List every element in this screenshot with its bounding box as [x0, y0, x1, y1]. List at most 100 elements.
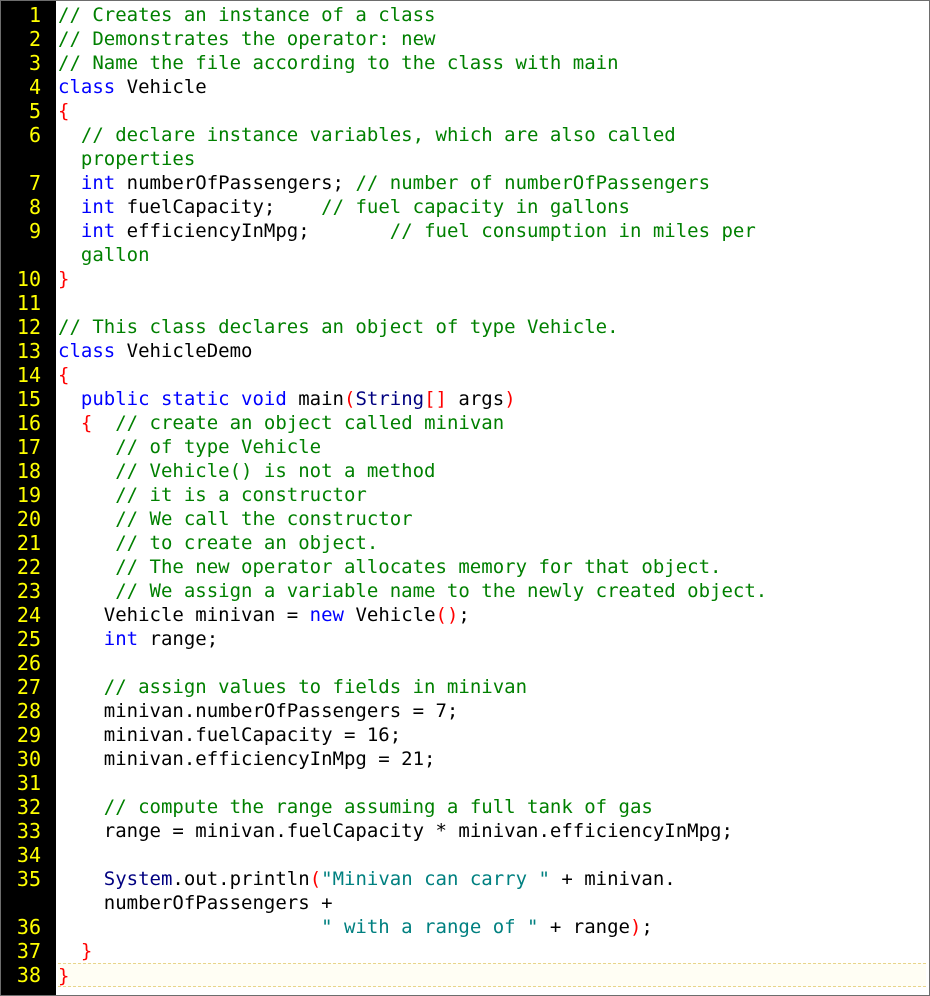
line-number: 4	[28, 75, 41, 99]
code-text: int efficiencyInMpg; // fuel consumption…	[58, 219, 926, 267]
code-line[interactable]: 2 // Demonstrates the operator: new	[1, 27, 929, 51]
line-number: 8	[28, 195, 41, 219]
code-line[interactable]: 4 class Vehicle	[1, 75, 929, 99]
code-type: System	[103, 868, 173, 890]
line-number: 1	[28, 3, 41, 27]
code-line[interactable]: 29 minivan.fuelCapacity = 16;	[1, 723, 929, 747]
code-keyword: int	[103, 628, 139, 650]
line-number: 18	[16, 459, 41, 483]
code-text: // of type Vehicle	[58, 435, 926, 459]
line-number: 30	[16, 747, 41, 771]
code-line[interactable]: 12 // This class declares an object of ty…	[1, 315, 929, 339]
code-line[interactable]: 10}	[1, 267, 929, 291]
code-token: minivan.numberOfPassengers = 7;	[58, 700, 459, 722]
code-token: main	[286, 388, 344, 410]
code-text: // it is a constructor	[58, 483, 926, 507]
code-token: range;	[138, 628, 219, 650]
line-number: 6	[28, 123, 41, 147]
code-line[interactable]: 19 // it is a constructor	[1, 483, 929, 507]
line-number: 25	[16, 627, 41, 651]
code-line[interactable]: 30 minivan.efficiencyInMpg = 21;	[1, 747, 929, 771]
code-bracket: )	[504, 388, 516, 410]
code-text: class Vehicle	[58, 75, 926, 99]
code-text: // declare instance variables, which are…	[58, 123, 926, 171]
code-editor[interactable]: 1 // Creates an instance of a class 2 // De…	[0, 0, 930, 996]
code-line[interactable]: 31	[1, 771, 929, 795]
code-bracket: }	[58, 268, 70, 290]
code-token: Vehicle minivan =	[58, 604, 310, 626]
code-bracket: )	[629, 916, 642, 938]
code-line[interactable]: 3 // Name the file according to the class…	[1, 51, 929, 75]
code-line[interactable]: 5{	[1, 99, 929, 123]
code-text: {	[58, 99, 926, 123]
code-line[interactable]: 11	[1, 291, 929, 315]
code-line[interactable]: 7 int numberOfPassengers; // number of n…	[1, 171, 929, 195]
code-line[interactable]: 24 Vehicle minivan = new Vehicle();	[1, 603, 929, 627]
line-number: 35	[16, 867, 41, 891]
line-number: 38	[16, 963, 41, 987]
code-line[interactable]: 21 // to create an object.	[1, 531, 929, 555]
code-keyword: public static void	[80, 388, 287, 410]
code-line[interactable]: 8 int fuelCapacity; // fuel capacity in …	[1, 195, 929, 219]
line-number: 22	[16, 555, 41, 579]
code-text: int range;	[58, 627, 926, 651]
code-token: .out.println	[172, 868, 310, 890]
code-area[interactable]: 1 // Creates an instance of a class 2 // De…	[1, 3, 929, 987]
code-line[interactable]: 36 " with a range of " + range);	[1, 915, 929, 939]
code-line[interactable]: 26	[1, 651, 929, 675]
code-line[interactable]: 33 range = minivan.fuelCapacity * miniva…	[1, 819, 929, 843]
code-keyword: class	[58, 340, 116, 362]
code-token: Vehicle	[115, 76, 207, 98]
line-number: 16	[16, 411, 41, 435]
code-line[interactable]: 35 System.out.println("Minivan can carry…	[1, 867, 929, 915]
code-comment: // Demonstrates the operator: new	[58, 28, 436, 50]
code-line[interactable]: 15 public static void main(String[] args…	[1, 387, 929, 411]
code-bracket: {	[80, 412, 93, 434]
code-token: ;	[458, 604, 470, 626]
line-number: 20	[16, 507, 41, 531]
code-text: minivan.efficiencyInMpg = 21;	[58, 747, 926, 771]
code-line[interactable]: 34	[1, 843, 929, 867]
line-number: 34	[16, 843, 41, 867]
code-token: minivan.efficiencyInMpg = 21;	[58, 748, 436, 770]
code-line[interactable]: 37 }	[1, 939, 929, 963]
code-line[interactable]: 38}	[1, 963, 929, 987]
code-token: args	[446, 388, 505, 410]
line-number: 19	[16, 483, 41, 507]
line-number: 9	[28, 219, 41, 243]
code-token: minivan.fuelCapacity = 16;	[58, 724, 402, 746]
line-number: 26	[16, 651, 41, 675]
code-line[interactable]: 1 // Creates an instance of a class	[1, 3, 929, 27]
code-line[interactable]: 25 int range;	[1, 627, 929, 651]
code-line[interactable]: 13 class VehicleDemo	[1, 339, 929, 363]
code-comment: // of type Vehicle	[58, 436, 322, 458]
code-token: VehicleDemo	[115, 340, 253, 362]
code-bracket: {	[58, 364, 70, 386]
code-comment: // declare instance variables, which are…	[80, 124, 676, 170]
code-line[interactable]: 20 // We call the constructor	[1, 507, 929, 531]
code-line[interactable]: 6 // declare instance variables, which a…	[1, 123, 929, 171]
code-text: minivan.numberOfPassengers = 7;	[58, 699, 926, 723]
code-line[interactable]: 18 // Vehicle() is not a method	[1, 459, 929, 483]
code-line[interactable]: 14 {	[1, 363, 929, 387]
line-number: 31	[16, 771, 41, 795]
code-line[interactable]: 9 int efficiencyInMpg; // fuel consumpti…	[1, 219, 929, 267]
code-line[interactable]: 23 // We assign a variable name to the n…	[1, 579, 929, 603]
code-line[interactable]: 27 // assign values to fields in minivan	[1, 675, 929, 699]
code-line[interactable]: 16 { // create an object called minivan	[1, 411, 929, 435]
code-bracket: ()	[435, 604, 459, 626]
line-number: 7	[28, 171, 41, 195]
code-line[interactable]: 17 // of type Vehicle	[1, 435, 929, 459]
code-text: " with a range of " + range);	[58, 915, 926, 939]
code-line[interactable]: 22 // The new operator allocates memory …	[1, 555, 929, 579]
code-line[interactable]: 32 // compute the range assuming a full …	[1, 795, 929, 819]
code-token: efficiencyInMpg;	[115, 220, 390, 242]
code-line[interactable]: 28 minivan.numberOfPassengers = 7;	[1, 699, 929, 723]
code-text: { // create an object called minivan	[58, 411, 926, 435]
